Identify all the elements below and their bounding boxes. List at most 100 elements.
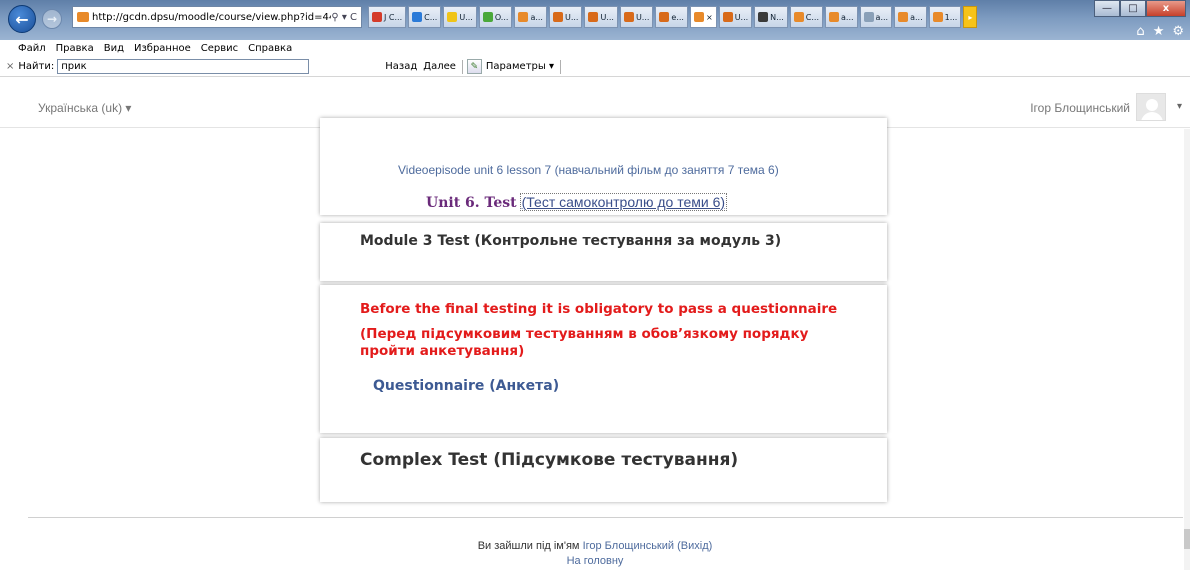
maximize-button[interactable]: □ xyxy=(1120,0,1146,17)
tab-favicon-icon xyxy=(722,12,733,22)
tab-label: a... xyxy=(841,12,854,22)
user-menu-name[interactable]: Ігор Блощинський xyxy=(1030,101,1130,115)
tab-favicon-icon xyxy=(412,12,423,22)
home-link[interactable]: На головну xyxy=(0,555,1190,567)
tab-label: U... xyxy=(734,12,749,22)
tab-label: C... xyxy=(805,12,820,22)
browser-tab[interactable]: O... xyxy=(478,6,513,28)
user-menu-caret-icon[interactable]: ▾ xyxy=(1177,101,1182,112)
course-section-module3: Module 3 Test (Контрольне тестування за … xyxy=(320,223,887,281)
tab-favicon-icon xyxy=(932,12,943,22)
tab-favicon-icon xyxy=(623,12,634,22)
menu-view[interactable]: Вид xyxy=(104,43,124,54)
browser-tab[interactable]: a... xyxy=(859,6,893,28)
video-episode-link[interactable]: Videoepisode unit 6 lesson 7 (навчальний… xyxy=(398,163,779,177)
browser-menubar: Файл Правка Вид Избранное Сервис Справка xyxy=(0,40,1190,57)
address-bar[interactable]: http://gcdn.dpsu/moodle/course/view.php?… xyxy=(72,6,362,28)
tab-label: U... xyxy=(600,12,614,22)
tab-label: a... xyxy=(530,12,543,22)
tab-label: O... xyxy=(494,12,509,22)
footer-user-link[interactable]: Ігор Блощинський xyxy=(583,540,674,552)
tab-label: C... xyxy=(424,12,438,22)
tab-label: e... xyxy=(671,12,684,22)
menu-file[interactable]: Файл xyxy=(18,43,46,54)
minimize-button[interactable]: — xyxy=(1094,0,1120,17)
search-refresh-icons[interactable]: ⚲ ▾ C xyxy=(331,12,361,23)
footer-divider xyxy=(28,517,1183,518)
tools-gear-icon[interactable]: ⚙ xyxy=(1172,24,1184,39)
browser-tab[interactable]: U... xyxy=(443,6,477,28)
find-previous-button[interactable]: Назад xyxy=(385,61,417,72)
browser-tab[interactable]: e... xyxy=(655,6,688,28)
browser-tab[interactable]: U... xyxy=(548,6,583,28)
back-arrow-icon[interactable]: ← xyxy=(8,5,36,33)
unit6-test-title[interactable]: Unit 6. Test xyxy=(426,195,517,211)
close-window-button[interactable]: x xyxy=(1146,0,1186,17)
browser-tab[interactable]: N... xyxy=(754,6,788,28)
menu-tools[interactable]: Сервис xyxy=(201,43,238,54)
course-section-unit6: Videoepisode unit 6 lesson 7 (навчальний… xyxy=(320,118,887,215)
tab-label: 1... xyxy=(944,12,958,22)
tab-favicon-icon xyxy=(758,12,769,22)
home-icon[interactable]: ⌂ xyxy=(1136,24,1144,39)
unit6-test-link[interactable]: (Тест самоконтролю до теми 6) xyxy=(519,193,728,211)
address-url[interactable]: http://gcdn.dpsu/moodle/course/view.php?… xyxy=(92,12,331,23)
tab-label: U... xyxy=(635,12,650,22)
close-find-icon[interactable]: × xyxy=(6,61,14,72)
browser-tab[interactable]: a... xyxy=(894,6,927,28)
tab-favicon-icon xyxy=(793,12,804,22)
pencil-icon: ✎ xyxy=(466,59,482,74)
tab-favicon-icon xyxy=(829,12,840,22)
find-divider xyxy=(461,59,463,74)
questionnaire-notice-uk: (Перед підсумковим тестуванням в обов’яз… xyxy=(360,326,809,359)
find-options-button[interactable]: Параметры ▾ xyxy=(486,61,554,72)
unit6-test-row: Unit 6. Test (Тест самоконтролю до теми … xyxy=(426,193,728,211)
logout-link[interactable]: (Вихід) xyxy=(677,540,712,552)
module3-test-link[interactable]: Module 3 Test (Контрольне тестування за … xyxy=(360,233,781,249)
browser-tab[interactable]: 1... xyxy=(928,6,962,28)
tab-favicon-icon xyxy=(693,12,704,22)
tab-label: a... xyxy=(910,12,923,22)
browser-tab[interactable]: a... xyxy=(825,6,858,28)
browser-toolbar-icons: ⌂ ★ ⚙ xyxy=(1136,24,1184,39)
browser-tab[interactable]: × xyxy=(689,6,717,28)
logged-in-prefix: Ви зайшли під ім'ям xyxy=(477,540,580,552)
browser-tab[interactable]: C... xyxy=(408,6,442,28)
footer-login-info: Ви зайшли під ім'ям Ігор Блощинський (Ви… xyxy=(0,540,1190,552)
browser-tab[interactable]: C... xyxy=(789,6,824,28)
browser-tab[interactable]: a... xyxy=(514,6,547,28)
find-bar: × Найти: Назад Далее ✎ Параметры ▾ xyxy=(0,57,1190,77)
tab-favicon-icon xyxy=(898,12,909,22)
favorites-star-icon[interactable]: ★ xyxy=(1153,24,1165,39)
more-tabs-chevron-icon[interactable]: ▸ xyxy=(963,6,978,28)
browser-tab[interactable]: U... xyxy=(619,6,654,28)
complex-test-link[interactable]: Complex Test (Підсумкове тестування) xyxy=(360,450,738,470)
menu-edit[interactable]: Правка xyxy=(56,43,94,54)
tab-favicon-icon xyxy=(659,12,670,22)
page-scrollbar[interactable] xyxy=(1184,129,1190,570)
window-controls: — □ x xyxy=(1094,0,1186,17)
tab-label: U... xyxy=(459,12,473,22)
browser-tab[interactable]: U... xyxy=(584,6,618,28)
questionnaire-link[interactable]: Questionnaire (Анкета) xyxy=(373,378,559,394)
tab-favicon-icon xyxy=(863,12,874,22)
browser-tab[interactable]: U... xyxy=(718,6,753,28)
scrollbar-thumb[interactable] xyxy=(1184,529,1190,549)
find-next-button[interactable]: Далее xyxy=(423,61,456,72)
forward-arrow-icon[interactable]: → xyxy=(42,9,62,29)
find-input[interactable] xyxy=(57,59,310,74)
menu-help[interactable]: Справка xyxy=(248,43,292,54)
language-menu[interactable]: Українська (uk) ▾ xyxy=(38,101,131,115)
tab-favicon-icon xyxy=(372,12,382,22)
find-label: Найти: xyxy=(18,61,55,72)
avatar[interactable] xyxy=(1136,93,1166,121)
tab-favicon-icon xyxy=(518,12,529,22)
course-section-complex-test: Complex Test (Підсумкове тестування) xyxy=(320,438,887,502)
browser-tab[interactable]: J C... xyxy=(368,6,407,28)
tab-label: J C... xyxy=(384,12,403,22)
tab-label: N... xyxy=(770,12,784,22)
menu-favorites[interactable]: Избранное xyxy=(134,43,191,54)
find-divider-end xyxy=(559,59,561,74)
questionnaire-notice-en: Before the final testing it is obligator… xyxy=(360,301,838,317)
tab-label: × xyxy=(705,12,713,22)
